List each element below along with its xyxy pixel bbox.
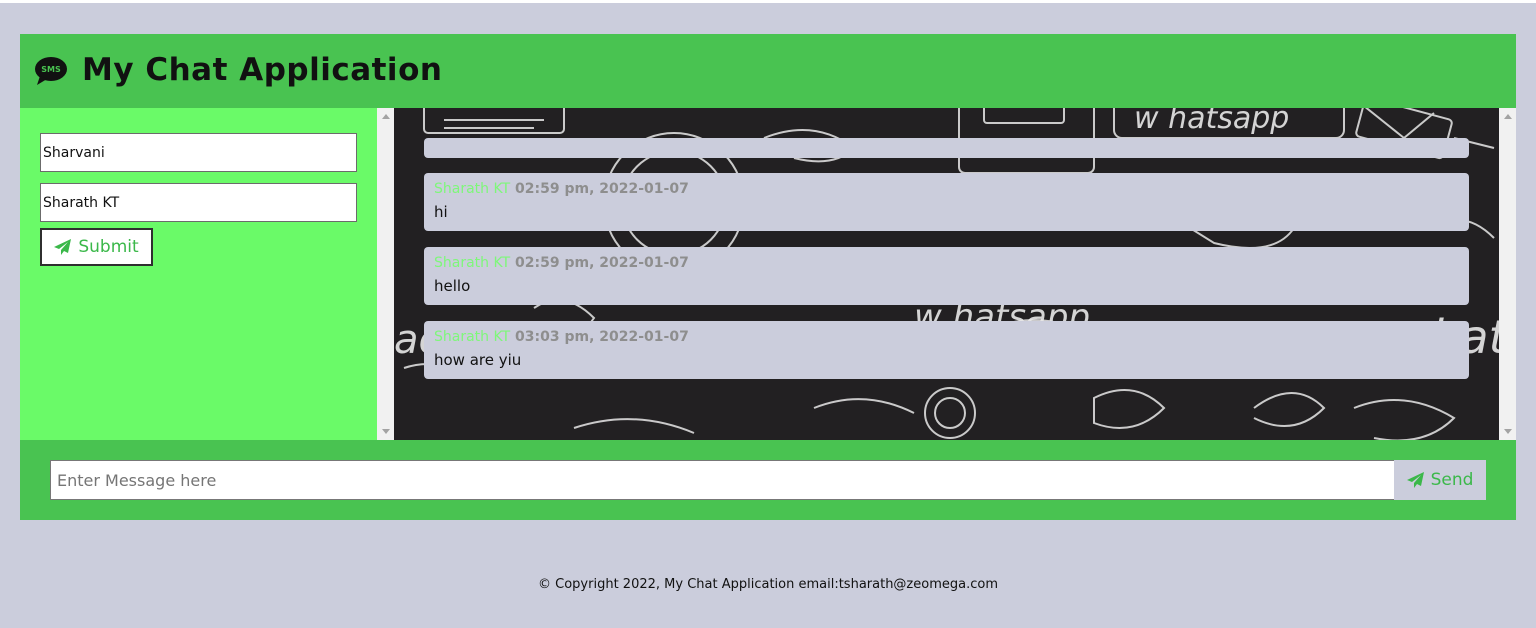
message-timestamp: 03:03 pm, 2022-01-07 [515,329,689,345]
scroll-up-arrow-icon[interactable] [1504,114,1512,119]
app-header: SMS My Chat Application [20,34,1516,108]
user-form-sidebar: Submit [20,108,377,440]
message-sender: Sharath KT [434,255,511,271]
chat-messages-panel[interactable]: w hatsapp w hatsapp aots w hat Sharath K… [377,108,1500,440]
submit-button[interactable]: Submit [40,228,153,266]
app-title: My Chat Application [82,52,443,88]
sms-bubble-icon: SMS [35,57,67,85]
top-strip [0,0,1536,3]
message-sender: Sharath KT [434,181,511,197]
message-bubble: Sharath KT 03:03 pm, 2022-01-07 how are … [424,321,1469,379]
message-bubble: Sharath KT 02:59 pm, 2022-01-07 hi [424,173,1469,231]
message-sender: Sharath KT [434,329,511,345]
sms-icon-text: SMS [41,65,61,74]
right-scrollbar[interactable] [1499,108,1516,440]
scroll-up-arrow-icon[interactable] [382,114,390,119]
send-button[interactable]: Send [1394,460,1486,500]
message-list: Sharath KT 02:59 pm, 2022-01-07 hi Shara… [424,138,1469,395]
message-meta: Sharath KT 02:59 pm, 2022-01-07 [434,255,1459,271]
message-bubble-empty [424,138,1469,158]
message-input[interactable] [50,460,1394,500]
message-meta: Sharath KT 02:59 pm, 2022-01-07 [434,181,1459,197]
submit-button-label: Submit [78,237,139,257]
message-bubble: Sharath KT 02:59 pm, 2022-01-07 hello [424,247,1469,305]
scroll-down-arrow-icon[interactable] [1504,429,1512,434]
message-text: hi [434,203,448,221]
message-timestamp: 02:59 pm, 2022-01-07 [515,255,689,271]
message-timestamp: 02:59 pm, 2022-01-07 [515,181,689,197]
paper-plane-icon [1406,472,1424,488]
chat-app-container: SMS My Chat Application Submit [20,34,1516,520]
footer-copyright: © Copyright 2022, My Chat Application em… [538,577,998,592]
svg-text:w hatsapp: w hatsapp [1134,108,1289,136]
message-text: how are yiu [434,351,522,369]
scroll-down-arrow-icon[interactable] [382,429,390,434]
receiver-name-input[interactable] [40,183,357,222]
paper-plane-icon [54,239,72,255]
message-meta: Sharath KT 03:03 pm, 2022-01-07 [434,329,1459,345]
message-text: hello [434,277,471,295]
left-scrollbar[interactable] [377,108,394,440]
message-composer: Send [20,440,1516,520]
sender-name-input[interactable] [40,133,357,172]
send-button-label: Send [1430,470,1474,490]
